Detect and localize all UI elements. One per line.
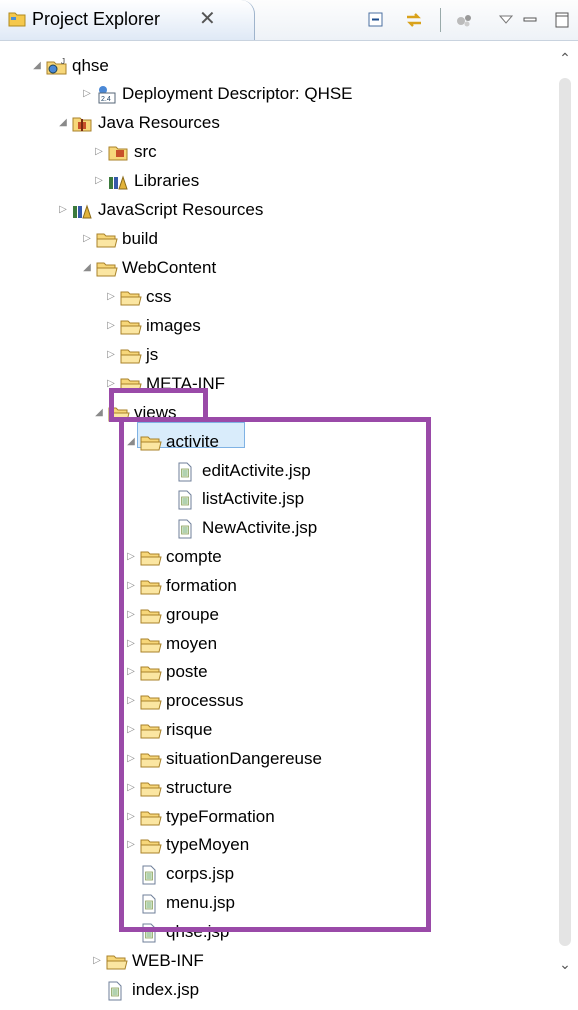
tree-item[interactable]: ▷ src <box>0 138 552 166</box>
libraries-icon <box>72 201 92 219</box>
folder-icon <box>96 230 118 248</box>
collapsed-twisty-icon[interactable]: ▷ <box>80 225 94 253</box>
collapsed-twisty-icon[interactable]: ▷ <box>104 312 118 340</box>
folder-icon <box>120 288 142 306</box>
jsp-file-icon <box>106 981 126 1001</box>
web-project-icon: J <box>46 57 67 75</box>
tree-item-label: qhse <box>72 56 109 75</box>
tab-project-explorer[interactable]: Project Explorer ✕ <box>0 0 255 40</box>
tree-item-label: JavaScript Resources <box>98 200 264 219</box>
tree-item-label: index.jsp <box>132 980 200 999</box>
tree-item[interactable]: ▷ js <box>0 341 552 369</box>
tree-item[interactable]: ▷ WEB-INF <box>0 947 552 975</box>
view-menu-icon[interactable] <box>494 8 518 32</box>
collapse-all-icon[interactable] <box>364 8 388 32</box>
tree-item-label: src <box>134 142 157 161</box>
folder-icon <box>96 259 118 277</box>
collapsed-twisty-icon[interactable]: ▷ <box>56 196 70 224</box>
tree-item-label: Deployment Descriptor: QHSE <box>122 84 353 103</box>
folder-icon <box>120 346 142 364</box>
source-folder-icon <box>108 143 128 161</box>
expanded-twisty-icon[interactable]: ◢ <box>80 254 94 282</box>
tree-item[interactable]: ▷ css <box>0 283 552 311</box>
project-explorer-icon <box>8 11 26 32</box>
collapsed-twisty-icon[interactable]: ▷ <box>90 947 104 975</box>
deployment-descriptor-icon: 2.4 <box>96 85 116 104</box>
expanded-twisty-icon[interactable]: ◢ <box>92 399 106 427</box>
view-tab-bar: Project Explorer ✕ <box>0 0 578 41</box>
collapsed-twisty-icon[interactable]: ▷ <box>104 341 118 369</box>
tree-item[interactable]: ▷ 2.4 Deployment Descriptor: QHSE <box>0 80 552 108</box>
tree-item[interactable]: ▷ Libraries <box>0 167 552 195</box>
tree-item[interactable]: ▷ build <box>0 225 552 253</box>
tree-item[interactable]: ▷ images <box>0 312 552 340</box>
tree-item-label: build <box>122 229 158 248</box>
tree-item[interactable]: index.jsp <box>0 976 552 1004</box>
tree-item[interactable]: ◢ WebContent <box>0 254 552 282</box>
tree-item[interactable]: ◢ Jqhse <box>0 52 552 80</box>
collapsed-twisty-icon[interactable]: ▷ <box>92 138 106 166</box>
maximize-icon[interactable] <box>550 8 574 32</box>
scroll-up-icon[interactable]: ⌃ <box>552 50 578 72</box>
views-contents-annotation-box <box>119 417 431 932</box>
collapsed-twisty-icon[interactable]: ▷ <box>92 167 106 195</box>
tree-item[interactable]: ▷ JavaScript Resources <box>0 196 552 224</box>
scroll-track[interactable] <box>559 78 571 946</box>
expanded-twisty-icon[interactable]: ◢ <box>30 52 44 80</box>
collapsed-twisty-icon[interactable]: ▷ <box>80 80 94 108</box>
svg-text:2.4: 2.4 <box>101 96 111 103</box>
tree-item-label: images <box>146 316 201 335</box>
libraries-icon <box>108 172 128 190</box>
tree-item-label: css <box>146 287 172 306</box>
collapsed-twisty-icon[interactable]: ▷ <box>104 283 118 311</box>
tree-item-label: WEB-INF <box>132 951 204 970</box>
tree-item-label: js <box>146 345 159 364</box>
close-icon[interactable]: ✕ <box>199 6 216 31</box>
project-explorer-view: Project Explorer ✕ ◢ Jqhse ▷ 2.4 Deployment … <box>0 0 578 1001</box>
filters-icon[interactable] <box>453 8 477 32</box>
tree-item-label: Libraries <box>134 171 200 190</box>
tree-item[interactable]: ▷ META-INF <box>0 370 552 398</box>
expanded-twisty-icon[interactable]: ◢ <box>56 109 70 137</box>
folder-icon <box>120 317 142 335</box>
scroll-down-icon[interactable]: ⌄ <box>552 956 578 978</box>
svg-text:J: J <box>61 58 65 66</box>
tree-item-label: WebContent <box>122 258 217 277</box>
tree-item[interactable]: ◢ Java Resources <box>0 109 552 137</box>
toolbar-separator <box>440 8 441 32</box>
minimize-icon[interactable] <box>518 8 542 32</box>
vertical-scrollbar[interactable]: ⌃ ⌄ <box>552 42 578 982</box>
link-with-editor-icon[interactable] <box>402 8 426 32</box>
tree-item-label: Java Resources <box>98 113 220 132</box>
folder-icon <box>106 952 128 970</box>
java-resources-icon <box>72 114 92 132</box>
tab-title: Project Explorer <box>32 9 161 29</box>
